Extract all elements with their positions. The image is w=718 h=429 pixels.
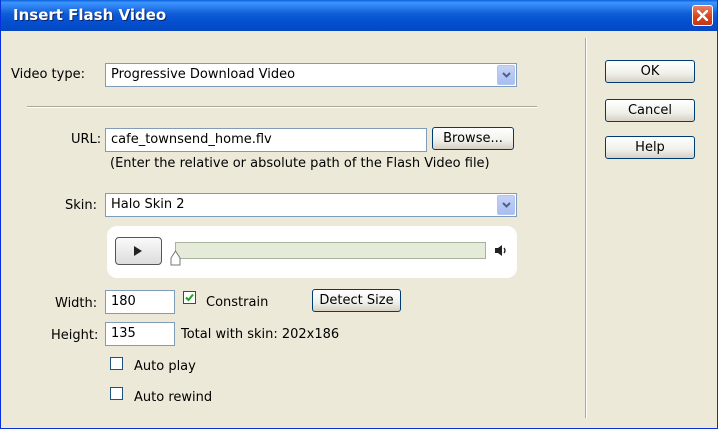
video-type-value: Progressive Download Video	[111, 67, 296, 82]
insert-flash-video-dialog: Insert Flash Video Video type: Progressi…	[0, 0, 718, 429]
detect-size-button[interactable]: Detect Size	[312, 289, 401, 312]
constrain-label: Constrain	[206, 295, 269, 310]
auto-play-label: Auto play	[134, 359, 196, 374]
video-type-dropdown-button[interactable]	[497, 65, 515, 85]
constrain-checkbox[interactable]	[183, 291, 196, 304]
skin-label: Skin:	[65, 198, 98, 213]
play-icon	[134, 246, 142, 256]
title-bar[interactable]: Insert Flash Video	[1, 0, 717, 31]
browse-button[interactable]: Browse...	[432, 127, 514, 150]
skin-select[interactable]: Halo Skin 2	[105, 193, 517, 217]
height-label: Height:	[51, 328, 99, 343]
check-icon	[185, 293, 194, 302]
total-size-text: Total with skin: 202x186	[181, 327, 340, 342]
height-input[interactable]: 135	[105, 322, 175, 346]
skin-preview	[107, 226, 517, 278]
preview-seek-track	[175, 242, 486, 259]
help-button[interactable]: Help	[605, 136, 695, 159]
chevron-down-icon	[502, 202, 511, 208]
width-input[interactable]: 180	[105, 290, 175, 314]
close-button[interactable]	[692, 5, 713, 26]
url-hint: (Enter the relative or absolute path of …	[110, 156, 490, 171]
skin-dropdown-button[interactable]	[497, 195, 515, 215]
auto-rewind-checkbox[interactable]	[110, 387, 123, 400]
separator	[27, 106, 537, 108]
video-type-label: Video type:	[11, 67, 85, 82]
seek-thumb-icon	[170, 250, 181, 266]
vertical-separator	[585, 38, 587, 418]
volume-icon	[495, 245, 506, 256]
auto-rewind-label: Auto rewind	[134, 390, 213, 405]
ok-button[interactable]: OK	[605, 60, 695, 83]
width-label: Width:	[55, 296, 98, 311]
url-input[interactable]: cafe_townsend_home.flv	[105, 128, 427, 152]
chevron-down-icon	[502, 72, 511, 78]
preview-play-button	[115, 237, 162, 265]
url-label: URL:	[71, 132, 102, 147]
video-type-select[interactable]: Progressive Download Video	[105, 63, 517, 87]
cancel-button[interactable]: Cancel	[605, 99, 695, 122]
close-icon	[697, 10, 708, 21]
auto-play-checkbox[interactable]	[110, 357, 123, 370]
skin-value: Halo Skin 2	[111, 197, 185, 212]
dialog-title: Insert Flash Video	[13, 6, 167, 24]
